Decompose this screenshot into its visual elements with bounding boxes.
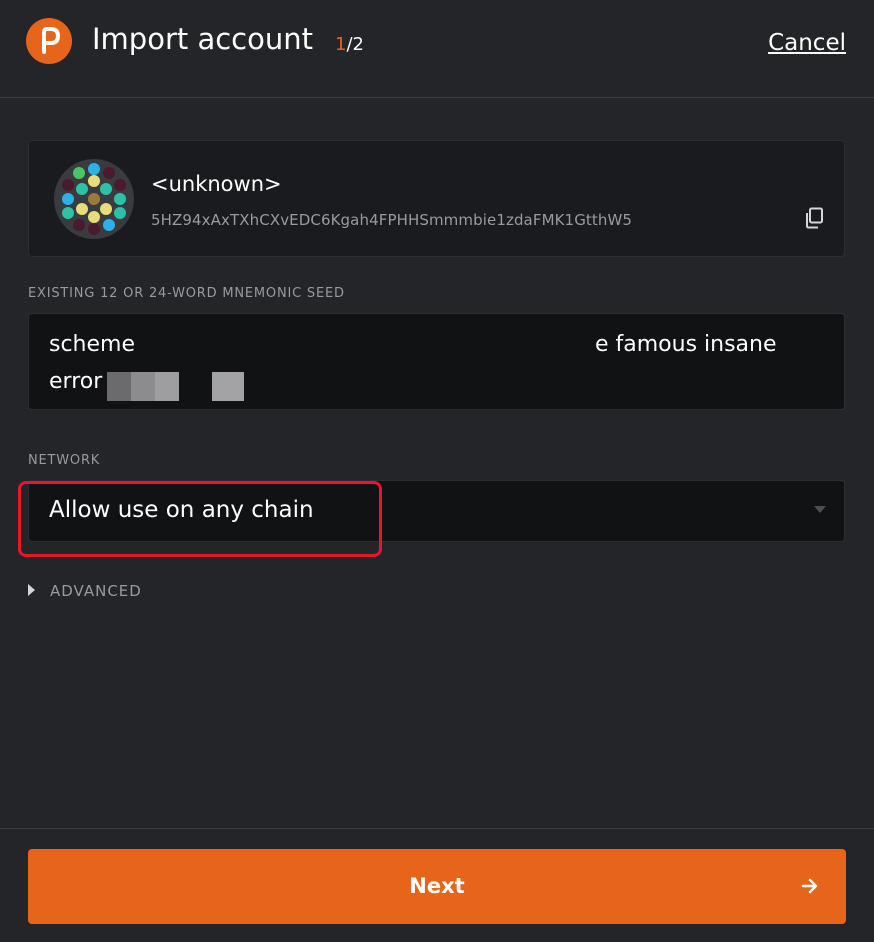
cancel-link[interactable]: Cancel: [768, 30, 846, 56]
seed-text-end: e famous insane: [595, 332, 777, 357]
page-title: Import account: [92, 22, 313, 56]
arrow-right-icon: [801, 878, 818, 894]
next-button[interactable]: Next: [28, 849, 846, 924]
account-name: <unknown>: [151, 172, 282, 196]
redaction-block: [107, 372, 131, 401]
step-indicator: 1/2: [335, 34, 364, 55]
polkadot-logo-icon: [26, 18, 72, 64]
network-label: NETWORK: [28, 453, 101, 468]
network-select[interactable]: Allow use on any chain: [28, 480, 845, 542]
step-total: /2: [346, 34, 364, 55]
next-button-label: Next: [409, 874, 465, 898]
seed-text-line2: error: [49, 369, 103, 394]
step-current: 1: [335, 34, 347, 55]
header: Import account 1/2 Cancel: [0, 0, 874, 98]
redaction-block: [131, 372, 155, 401]
seed-text-start: scheme: [49, 332, 136, 357]
chevron-down-icon: [814, 506, 826, 513]
redaction-block: [155, 372, 179, 401]
account-address: 5HZ94xAxTXhCXvEDC6Kgah4FPHHSmmmbie1zdaFM…: [151, 211, 633, 229]
redaction-block: [212, 372, 244, 401]
advanced-label: ADVANCED: [50, 582, 142, 600]
seed-input[interactable]: scheme e famous insane error: [28, 313, 845, 410]
seed-label: EXISTING 12 OR 24-WORD MNEMONIC SEED: [28, 286, 345, 301]
network-selected-value: Allow use on any chain: [49, 497, 314, 523]
copy-icon[interactable]: [804, 207, 824, 229]
caret-right-icon: [28, 584, 35, 596]
account-card: <unknown> 5HZ94xAxTXhCXvEDC6Kgah4FPHHSmm…: [28, 140, 845, 257]
identicon: [54, 159, 134, 239]
